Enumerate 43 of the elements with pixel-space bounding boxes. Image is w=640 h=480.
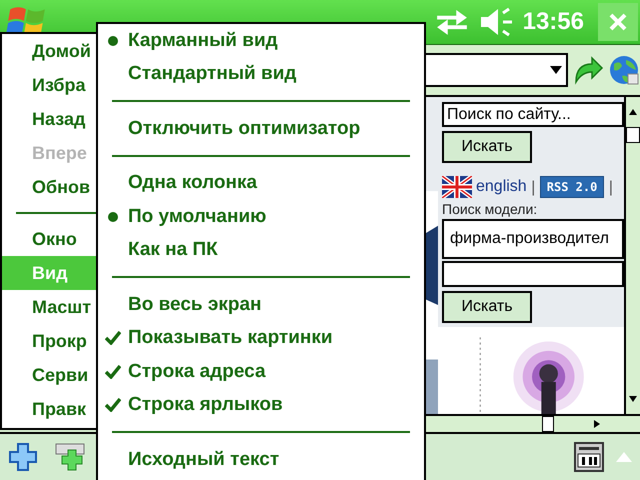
scroll-down-icon[interactable] [629,396,637,402]
plus-icon[interactable] [8,442,38,472]
menu-item[interactable]: Окно [2,222,98,256]
site-search-field[interactable]: Поиск по сайту... [442,102,624,127]
scroll-thumb[interactable] [626,127,640,143]
keyboard-icon[interactable] [574,442,604,472]
model-search-label: Поиск модели: [442,201,538,217]
separator-text: | [608,178,614,196]
menu-item[interactable]: Серви [2,358,98,392]
menu-item[interactable]: Избра [2,68,98,102]
scroll-thumb[interactable] [542,416,554,432]
rss-badge[interactable]: RSS 2.0 [540,176,604,198]
language-link[interactable]: english [476,178,527,196]
manufacturer-field[interactable]: фирма-производител [442,219,624,259]
menu-item[interactable]: Правк [2,392,98,426]
menu-item[interactable]: Отключить оптимизатор [128,118,360,140]
separator-text: | [530,178,536,196]
menu-item[interactable]: Масшт [2,290,98,324]
flag-icon[interactable] [442,176,472,198]
globe-icon[interactable] [608,54,640,86]
menu-item[interactable]: Обнов [2,170,98,204]
menu-item[interactable]: Исходный текст [128,448,280,471]
menu-item[interactable]: Строка адреса [128,360,266,383]
close-icon [608,12,628,32]
menu-item[interactable]: Стандартный вид [128,63,296,86]
dropdown-arrow-icon [550,66,562,74]
vertical-scrollbar[interactable] [624,97,640,414]
menu-item[interactable]: Прокр [2,324,98,358]
menu-item[interactable]: Домой [2,34,98,68]
scroll-up-icon[interactable] [629,109,637,115]
menu-item[interactable]: Назад [2,102,98,136]
input-menu-arrow-icon[interactable] [616,452,632,462]
menu-item[interactable]: Как на ПК [128,239,218,262]
scroll-right-icon[interactable] [594,420,600,428]
menu-item[interactable]: Строка ярлыков [128,394,283,416]
menu-item[interactable]: По умолчанию [128,206,266,228]
search-button[interactable]: Искать [442,131,532,163]
menu-item[interactable]: Показывать картинки [128,327,333,350]
menu-item[interactable]: Во весь экран [128,294,262,316]
menu-item[interactable]: Карманный вид [128,30,278,52]
model-field[interactable] [442,261,624,287]
menu-item[interactable]: Одна колонка [128,172,258,194]
search-button[interactable]: Искать [442,291,532,323]
